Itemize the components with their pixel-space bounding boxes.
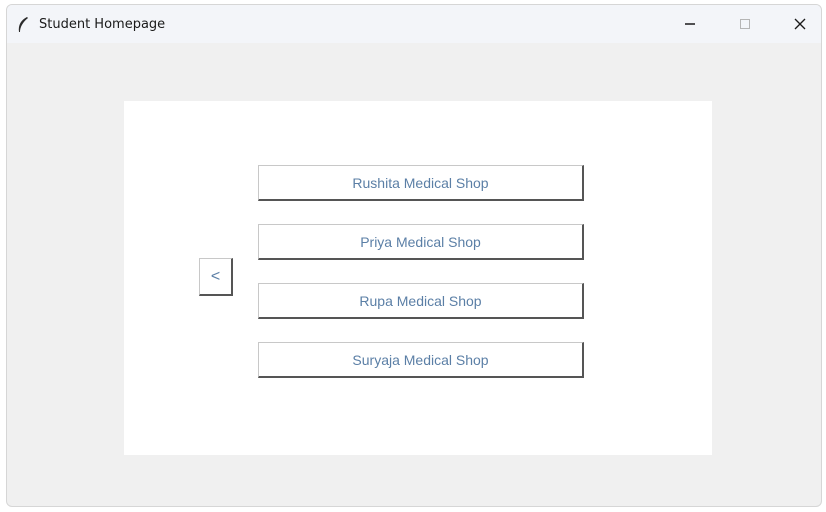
minimize-icon bbox=[685, 23, 695, 25]
shop-button-rupa[interactable]: Rupa Medical Shop bbox=[258, 283, 584, 319]
app-window: Student Homepage < Rushita Medical Shop … bbox=[6, 4, 822, 507]
feather-icon bbox=[18, 17, 28, 32]
shop-list-panel: < Rushita Medical Shop Priya Medical Sho… bbox=[124, 101, 712, 455]
title-bar[interactable]: Student Homepage bbox=[7, 5, 821, 43]
window-title: Student Homepage bbox=[39, 17, 166, 32]
minimize-button[interactable] bbox=[667, 5, 713, 43]
shop-button-priya[interactable]: Priya Medical Shop bbox=[258, 224, 584, 260]
close-button[interactable] bbox=[777, 5, 821, 43]
close-icon bbox=[794, 18, 806, 30]
shop-button-rushita[interactable]: Rushita Medical Shop bbox=[258, 165, 584, 201]
maximize-button[interactable] bbox=[722, 5, 768, 43]
back-button[interactable]: < bbox=[199, 258, 233, 296]
shop-button-suryaja[interactable]: Suryaja Medical Shop bbox=[258, 342, 584, 378]
maximize-icon bbox=[740, 19, 750, 29]
